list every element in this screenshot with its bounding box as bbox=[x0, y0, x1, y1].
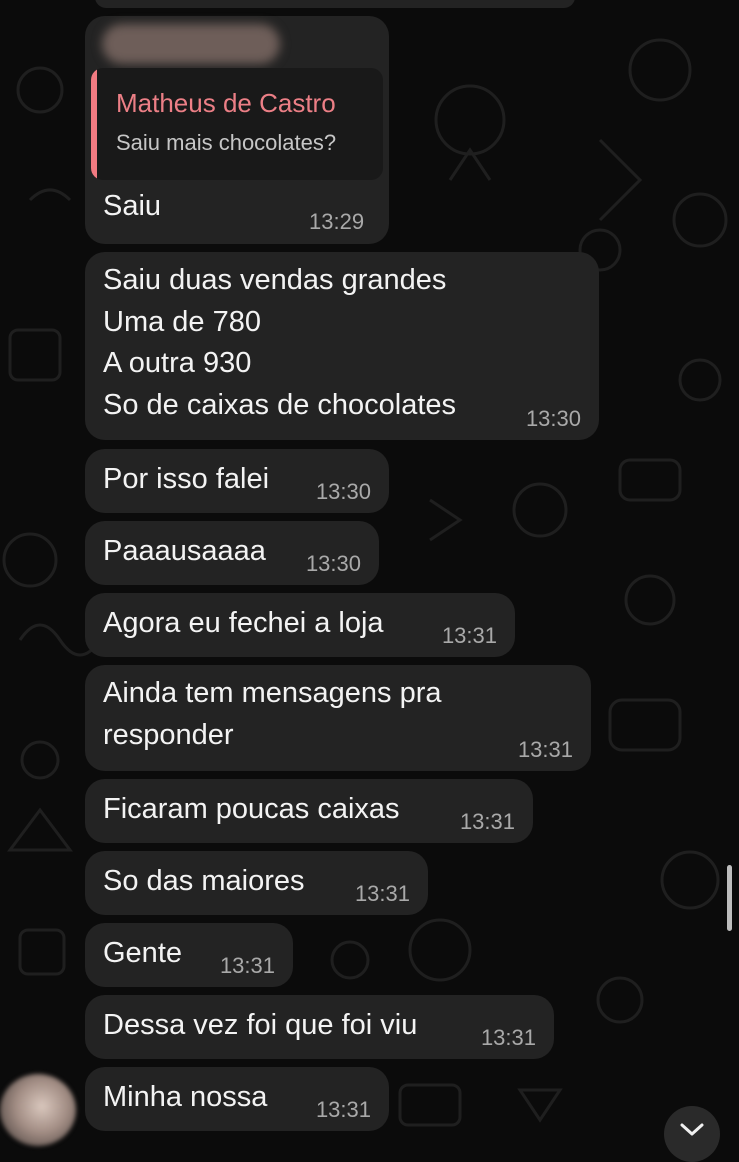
message-bubble[interactable]: Paaausaaaa 13:30 bbox=[85, 521, 379, 585]
message-bubble[interactable]: Dessa vez foi que foi viu 13:31 bbox=[85, 995, 554, 1059]
quoted-reply[interactable]: Matheus de Castro Saiu mais chocolates? bbox=[91, 68, 383, 180]
message-time: 13:31 bbox=[480, 1025, 536, 1050]
scroll-down-button[interactable] bbox=[664, 1106, 720, 1162]
message-bubble[interactable]: Por isso falei 13:30 bbox=[85, 449, 389, 513]
message-bubble[interactable]: Minha nossa 13:31 bbox=[85, 1067, 389, 1131]
message-time: 13:30 bbox=[525, 406, 581, 431]
message-bubble[interactable]: Ainda tem mensagens pra responder 13:31 bbox=[85, 665, 591, 771]
sender-name-redacted bbox=[102, 24, 280, 64]
message-time: 13:31 bbox=[459, 809, 515, 834]
message-time: 13:31 bbox=[354, 881, 410, 906]
message-text: Minha nossa bbox=[103, 1081, 268, 1113]
avatar[interactable] bbox=[0, 1074, 76, 1146]
message-bubble[interactable]: Ficaram poucas caixas 13:31 bbox=[85, 779, 533, 843]
message-time: 13:31 bbox=[441, 623, 497, 648]
message-list[interactable]: Matheus de Castro Saiu mais chocolates? … bbox=[0, 0, 739, 1162]
message-text: Paaausaaaa bbox=[103, 535, 266, 567]
message-text: Gente bbox=[103, 937, 182, 969]
quoted-text: Saiu mais chocolates? bbox=[116, 130, 337, 155]
message-text: Por isso falei bbox=[103, 463, 270, 495]
message-text: Ficaram poucas caixas bbox=[103, 793, 400, 825]
previous-bubble-edge bbox=[95, 0, 575, 8]
message-bubble[interactable]: So das maiores 13:31 bbox=[85, 851, 428, 915]
message-bubble[interactable]: Gente 13:31 bbox=[85, 923, 293, 987]
message-text: Saiu duas vendas grandes Uma de 780 A ou… bbox=[103, 264, 457, 421]
message-time: 13:31 bbox=[219, 953, 275, 978]
message-text: Ainda tem mensagens pra responder bbox=[103, 677, 442, 751]
quote-accent-bar bbox=[91, 68, 97, 180]
message-text: Saiu bbox=[103, 190, 162, 222]
message-text: Agora eu fechei a loja bbox=[103, 607, 384, 639]
message-text: Dessa vez foi que foi viu bbox=[103, 1009, 418, 1041]
message-time: 13:30 bbox=[305, 551, 361, 576]
scrollbar-thumb[interactable] bbox=[727, 865, 732, 931]
message-text: So das maiores bbox=[103, 865, 305, 897]
quoted-author: Matheus de Castro bbox=[116, 88, 336, 118]
message-bubble[interactable]: Saiu duas vendas grandes Uma de 780 A ou… bbox=[85, 252, 599, 440]
message-time: 13:29 bbox=[309, 209, 365, 234]
message-time: 13:30 bbox=[315, 479, 371, 504]
message-time: 13:31 bbox=[517, 737, 573, 762]
message-bubble[interactable]: Agora eu fechei a loja 13:31 bbox=[85, 593, 515, 657]
message-time: 13:31 bbox=[315, 1097, 371, 1122]
chevron-down-icon bbox=[680, 1123, 704, 1136]
